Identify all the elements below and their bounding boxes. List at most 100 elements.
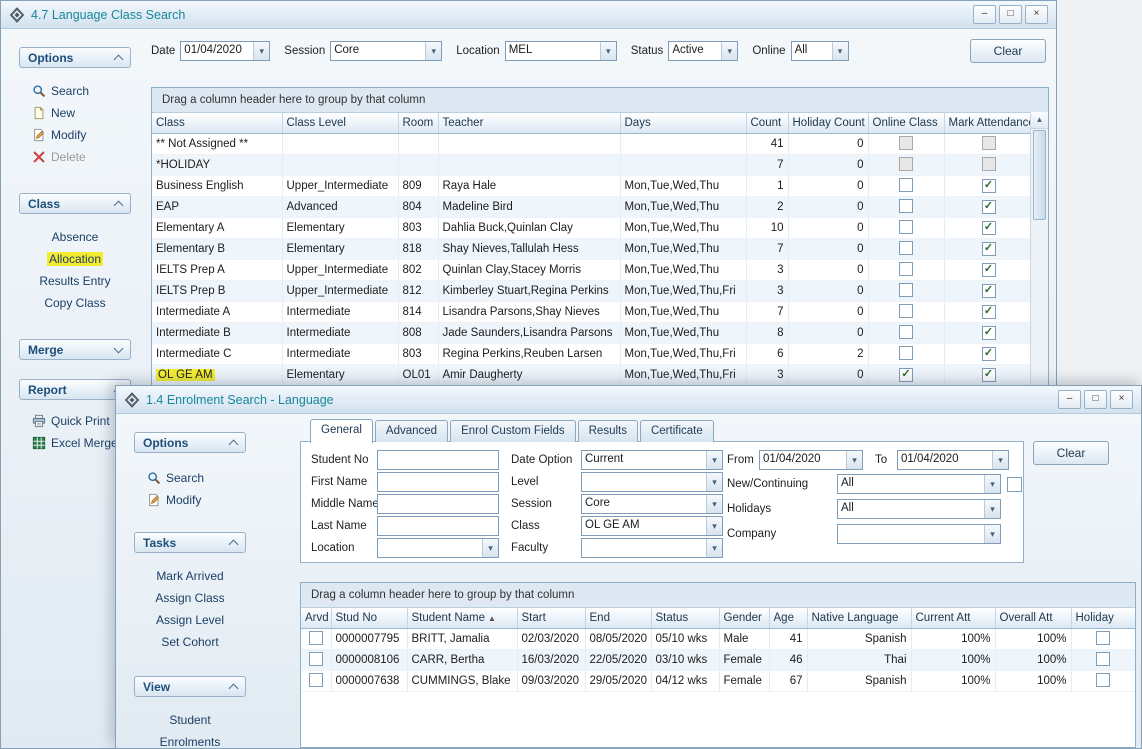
location-filter-combo[interactable]: MEL ▾ — [505, 41, 617, 61]
location-combo[interactable]: ▾ — [377, 538, 499, 558]
group-by-hint[interactable]: Drag a column header here to group by th… — [152, 88, 1048, 113]
sidebar-item-absence[interactable]: Absence — [19, 227, 131, 247]
from-date-combo[interactable]: 01/04/2020▾ — [759, 450, 863, 470]
new-continuing-combo[interactable]: All▾ — [837, 474, 1001, 494]
faculty-combo[interactable]: ▾ — [581, 538, 723, 558]
dropdown-arrow-icon[interactable]: ▾ — [706, 495, 722, 513]
student-no-input[interactable] — [377, 450, 499, 470]
checkbox-checked[interactable]: ✓ — [982, 179, 996, 193]
checkbox-checked[interactable]: ✓ — [982, 284, 996, 298]
column-header-status[interactable]: Status — [651, 608, 719, 629]
table-row[interactable]: 0000007795BRITT, Jamalia02/03/202008/05/… — [301, 629, 1135, 650]
checkbox-checked[interactable]: ✓ — [982, 305, 996, 319]
column-header-class[interactable]: Class — [152, 113, 282, 134]
clear-button[interactable]: Clear — [970, 39, 1046, 63]
minimize-button[interactable]: – — [973, 5, 996, 24]
column-header-holiday[interactable]: Holiday — [1071, 608, 1135, 629]
table-row[interactable]: Elementary BElementary818Shay Nieves,Tal… — [152, 239, 1033, 260]
minimize-button[interactable]: – — [1058, 390, 1081, 409]
column-header-teacher[interactable]: Teacher — [438, 113, 620, 134]
table-row[interactable]: ** Not Assigned **410 — [152, 134, 1033, 155]
dropdown-arrow-icon[interactable]: ▾ — [482, 539, 498, 557]
column-header-count[interactable]: Count — [746, 113, 788, 134]
titlebar[interactable]: 1.4 Enrolment Search - Language – □ × — [116, 386, 1141, 414]
column-header-native-language[interactable]: Native Language — [807, 608, 911, 629]
checkbox-checked[interactable]: ✓ — [899, 368, 913, 382]
column-header-days[interactable]: Days — [620, 113, 746, 134]
sidebar-section-options[interactable]: Options — [19, 47, 131, 68]
checkbox[interactable] — [899, 220, 913, 234]
date-option-combo[interactable]: Current▾ — [581, 450, 723, 470]
checkbox[interactable] — [899, 304, 913, 318]
column-header-class-level[interactable]: Class Level — [282, 113, 398, 134]
tab-certificate[interactable]: Certificate — [640, 420, 714, 442]
group-by-hint[interactable]: Drag a column header here to group by th… — [301, 583, 1135, 608]
checkbox[interactable] — [899, 199, 913, 213]
table-row[interactable]: EAPAdvanced804Madeline BirdMon,Tue,Wed,T… — [152, 197, 1033, 218]
maximize-button[interactable]: □ — [1084, 390, 1107, 409]
dropdown-arrow-icon[interactable]: ▾ — [992, 451, 1008, 469]
dropdown-arrow-icon[interactable]: ▾ — [984, 525, 1000, 543]
dropdown-arrow-icon[interactable]: ▾ — [984, 475, 1000, 493]
maximize-button[interactable]: □ — [999, 5, 1022, 24]
checkbox-checked[interactable]: ✓ — [982, 221, 996, 235]
checkbox[interactable] — [309, 631, 323, 645]
dropdown-arrow-icon[interactable]: ▾ — [253, 42, 269, 60]
column-header-student-name[interactable]: Student Name▲ — [407, 608, 517, 629]
sidebar-item-mark-arrived[interactable]: Mark Arrived — [134, 566, 246, 586]
middle-name-input[interactable] — [377, 494, 499, 514]
checkbox-checked[interactable]: ✓ — [982, 263, 996, 277]
sidebar-section-view[interactable]: View — [134, 676, 246, 697]
sidebar-item-set-cohort[interactable]: Set Cohort — [134, 632, 246, 652]
sidebar-item-search[interactable]: Search — [134, 468, 246, 488]
sidebar-item-student[interactable]: Student — [134, 710, 246, 730]
checkbox[interactable] — [899, 241, 913, 255]
to-date-combo[interactable]: 01/04/2020▾ — [897, 450, 1009, 470]
tab-advanced[interactable]: Advanced — [375, 420, 448, 442]
dropdown-arrow-icon[interactable]: ▾ — [832, 42, 848, 60]
last-name-input[interactable] — [377, 516, 499, 536]
checkbox[interactable] — [1096, 631, 1110, 645]
table-row[interactable]: Intermediate CIntermediate803Regina Perk… — [152, 344, 1033, 365]
sidebar-section-options[interactable]: Options — [134, 432, 246, 453]
column-header-age[interactable]: Age — [769, 608, 807, 629]
holidays-combo[interactable]: All▾ — [837, 499, 1001, 519]
sidebar-item-allocation[interactable]: Allocation — [19, 249, 131, 269]
table-row[interactable]: OL GE AMElementaryOL01Amir DaughertyMon,… — [152, 365, 1033, 386]
sidebar-section-tasks[interactable]: Tasks — [134, 532, 246, 553]
level-combo[interactable]: ▾ — [581, 472, 723, 492]
column-header-mark-attendance[interactable]: Mark Attendance — [944, 113, 1033, 134]
dropdown-arrow-icon[interactable]: ▾ — [425, 42, 441, 60]
scroll-up-icon[interactable]: ▲ — [1031, 112, 1048, 129]
sidebar-item-modify[interactable]: Modify — [134, 490, 246, 510]
sidebar-section-merge[interactable]: Merge — [19, 339, 131, 360]
dropdown-arrow-icon[interactable]: ▾ — [600, 42, 616, 60]
sidebar-item-search[interactable]: Search — [19, 81, 131, 101]
tab-enrol-custom-fields[interactable]: Enrol Custom Fields — [450, 420, 576, 442]
close-button[interactable]: × — [1110, 390, 1133, 409]
dropdown-arrow-icon[interactable]: ▾ — [706, 451, 722, 469]
status-filter-combo[interactable]: Active ▾ — [668, 41, 738, 61]
checkbox[interactable] — [899, 325, 913, 339]
checkbox[interactable] — [1096, 673, 1110, 687]
sidebar-item-copy-class[interactable]: Copy Class — [19, 293, 131, 313]
table-row[interactable]: IELTS Prep AUpper_Intermediate802Quinlan… — [152, 260, 1033, 281]
checkbox[interactable] — [899, 178, 913, 192]
table-row[interactable]: 0000007638CUMMINGS, Blake09/03/202029/05… — [301, 671, 1135, 692]
dropdown-arrow-icon[interactable]: ▾ — [706, 473, 722, 491]
sidebar-section-class[interactable]: Class — [19, 193, 131, 214]
clear-button[interactable]: Clear — [1033, 441, 1109, 465]
checkbox-checked[interactable]: ✓ — [982, 242, 996, 256]
table-row[interactable]: Intermediate BIntermediate808Jade Saunde… — [152, 323, 1033, 344]
checkbox[interactable] — [309, 652, 323, 666]
session-combo[interactable]: Core▾ — [581, 494, 723, 514]
scrollbar-thumb[interactable] — [1033, 130, 1046, 220]
dropdown-arrow-icon[interactable]: ▾ — [984, 500, 1000, 518]
table-row[interactable]: Intermediate AIntermediate814Lisandra Pa… — [152, 302, 1033, 323]
column-header-arvd[interactable]: Arvd — [301, 608, 331, 629]
column-header-room[interactable]: Room — [398, 113, 438, 134]
online-filter-combo[interactable]: All ▾ — [791, 41, 849, 61]
sidebar-item-results-entry[interactable]: Results Entry — [19, 271, 131, 291]
sidebar-item-modify[interactable]: Modify — [19, 125, 131, 145]
checkbox[interactable] — [309, 673, 323, 687]
